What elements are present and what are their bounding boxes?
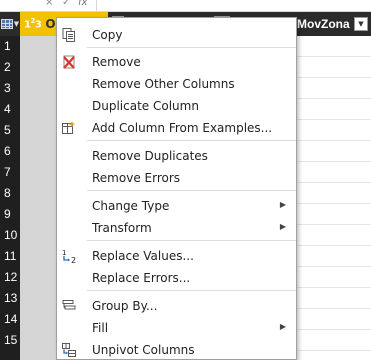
row-number[interactable]: 15 [0, 330, 20, 351]
replace-values-icon: 12 [61, 248, 77, 264]
row-number[interactable]: 12 [0, 267, 20, 288]
table-menu-button[interactable]: ▼ [0, 12, 20, 36]
svg-text:1: 1 [62, 249, 66, 257]
fx-icon: fx [78, 0, 88, 8]
row-number[interactable]: 14 [0, 309, 20, 330]
formula-bar: × ✓ fx [0, 0, 371, 12]
menu-item-unpivot-columns[interactable]: Unpivot Columns [57, 339, 296, 360]
menu-item-label: Add Column From Examples... [92, 121, 273, 135]
menu-item-label: Transform [92, 221, 152, 235]
row-number[interactable]: 4 [0, 99, 20, 120]
menu-item-change-type[interactable]: Change Type ▶ [57, 195, 296, 217]
chevron-down-icon: ▼ [13, 20, 20, 28]
column-name[interactable]: MovZona [297, 17, 350, 31]
confirm-formula-icon[interactable]: ✓ [62, 0, 70, 8]
menu-item-label: Unpivot Columns [92, 343, 195, 357]
table-icon [0, 19, 13, 29]
menu-separator [87, 190, 296, 191]
row-number[interactable]: 3 [0, 78, 20, 99]
menu-separator [87, 290, 296, 291]
menu-separator [87, 240, 296, 241]
menu-item-label: Replace Errors... [92, 271, 191, 285]
row-number[interactable]: 8 [0, 183, 20, 204]
remove-icon [61, 54, 77, 70]
menu-item-add-column-from-examples[interactable]: Add Column From Examples... [57, 117, 296, 139]
menu-separator [87, 47, 296, 48]
menu-item-label: Remove [92, 55, 141, 69]
menu-item-label: Group By... [92, 299, 158, 313]
menu-item-transform[interactable]: Transform ▶ [57, 217, 296, 239]
row-number[interactable]: 7 [0, 162, 20, 183]
submenu-arrow-icon: ▶ [279, 200, 286, 209]
menu-item-replace-values[interactable]: 1 2 Replace Values... [57, 245, 296, 267]
row-number-gutter: 1 2 3 4 5 6 7 8 9 10 11 12 13 14 15 [0, 36, 20, 360]
row-number[interactable]: 10 [0, 225, 20, 246]
menu-item-remove-other-columns[interactable]: Remove Other Columns [57, 73, 296, 95]
submenu-arrow-icon: ▶ [279, 322, 286, 331]
column-filter-dropdown-icon[interactable]: ▼ [354, 17, 368, 31]
menu-item-replace-errors[interactable]: Replace Errors... [57, 267, 296, 289]
menu-item-duplicate-column[interactable]: Duplicate Column [57, 95, 296, 117]
menu-separator [87, 140, 296, 141]
add-column-from-examples-icon [61, 120, 77, 136]
menu-item-label: Duplicate Column [92, 99, 199, 113]
menu-item-label: Replace Values... [92, 249, 194, 263]
menu-item-label: Copy [92, 28, 123, 42]
svg-text:2: 2 [71, 256, 76, 264]
menu-item-group-by[interactable]: Group By... [57, 295, 296, 317]
row-number[interactable]: 6 [0, 141, 20, 162]
menu-item-remove-duplicates[interactable]: Remove Duplicates [57, 145, 296, 167]
submenu-arrow-icon: ▶ [279, 222, 286, 231]
menu-item-label: Remove Other Columns [92, 77, 235, 91]
menu-item-remove-errors[interactable]: Remove Errors [57, 167, 296, 189]
row-number[interactable]: 2 [0, 57, 20, 78]
row-number[interactable]: 13 [0, 288, 20, 309]
cancel-formula-icon[interactable]: × [45, 0, 53, 8]
menu-item-fill[interactable]: Fill ▶ [57, 317, 296, 339]
row-number[interactable]: 5 [0, 120, 20, 141]
menu-item-label: Change Type [92, 199, 170, 213]
column-name: O [45, 17, 56, 31]
menu-item-remove[interactable]: Remove [57, 51, 296, 73]
menu-item-copy[interactable]: Copy [57, 24, 296, 46]
whole-number-type-icon[interactable]: 123 [24, 17, 42, 30]
column-context-menu: Copy Remove Remove Other Columns Duplicate … [56, 17, 297, 360]
menu-item-label: Fill [92, 321, 109, 335]
copy-icon [61, 27, 77, 43]
row-number[interactable]: 1 [0, 36, 20, 57]
formula-input[interactable] [96, 0, 371, 11]
menu-item-label: Remove Errors [92, 171, 181, 185]
row-number[interactable]: 9 [0, 204, 20, 225]
row-number[interactable]: 11 [0, 246, 20, 267]
menu-item-label: Remove Duplicates [92, 149, 208, 163]
unpivot-columns-icon [61, 342, 77, 358]
group-by-icon [61, 298, 77, 314]
